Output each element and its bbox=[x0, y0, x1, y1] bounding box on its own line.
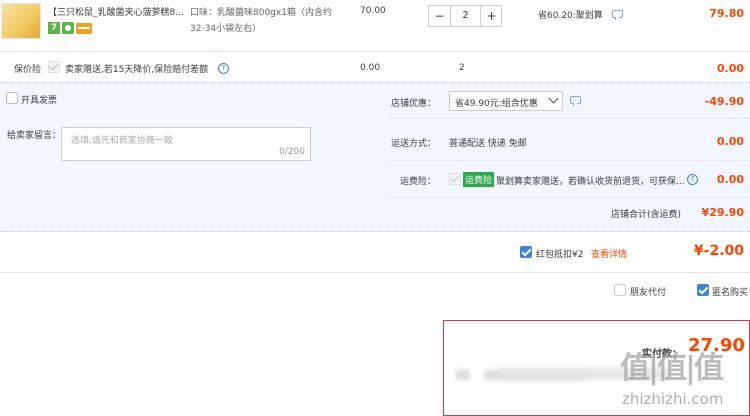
freight-insurance-label: 运费险： bbox=[400, 177, 437, 187]
divider bbox=[0, 272, 750, 273]
shipping-method: 普通配送 快递 免邮 bbox=[449, 139, 527, 149]
shop-discount-select[interactable]: 省49.90元:组合优惠 bbox=[449, 91, 563, 111]
insurance-qty: 2 bbox=[459, 63, 465, 73]
insurance-price: 0.00 bbox=[360, 63, 381, 73]
help-icon[interactable]: ? bbox=[218, 63, 229, 74]
friend-pay-checkbox[interactable] bbox=[614, 284, 626, 296]
message-label: 给卖家留言： bbox=[7, 131, 62, 141]
chat-icon[interactable] bbox=[612, 10, 623, 20]
insurance-checkbox[interactable] bbox=[48, 61, 60, 73]
quantity-stepper: − 2 + bbox=[428, 5, 502, 27]
item-subtotal: 79.80 bbox=[709, 7, 744, 20]
message-textarea[interactable]: 选填,请先和商家协商一致 0/200 bbox=[61, 127, 311, 161]
watermark-logo: 值|值|值 bbox=[620, 351, 724, 386]
message-counter: 0/200 bbox=[279, 147, 305, 157]
panel-divider bbox=[388, 197, 750, 198]
invoice-label: 开具发票 bbox=[21, 96, 58, 106]
insurance-total: 0.00 bbox=[716, 62, 744, 75]
seven-day-return-badge: 7 bbox=[48, 22, 60, 34]
shipping-label: 运送方式： bbox=[391, 139, 437, 149]
savings-text: 省60.20:聚划算 bbox=[538, 11, 603, 21]
red-packet-checkbox[interactable] bbox=[520, 246, 532, 258]
product-thumbnail[interactable] bbox=[1, 3, 41, 39]
shop-discount-selected: 省49.90元:组合优惠 bbox=[455, 99, 538, 109]
sku-info: 口味：乳酸菌味800gx1箱（内含约32-34小袋左右） bbox=[190, 8, 332, 34]
shop-discount-label: 店铺优惠： bbox=[391, 99, 437, 109]
quantity-minus-button[interactable]: − bbox=[429, 6, 451, 26]
shop-discount-amount: -49.90 bbox=[704, 95, 744, 108]
quantity-plus-button[interactable]: + bbox=[480, 6, 502, 26]
chevron-down-icon bbox=[548, 93, 559, 104]
invoice-checkbox[interactable] bbox=[6, 92, 18, 104]
product-title-link[interactable]: 【三只松鼠_乳酸菌夹心菠萝糕8... bbox=[48, 5, 188, 18]
freight-insurance-desc: 聚划算卖家赠送，若确认收货前退货，可获保... bbox=[496, 177, 685, 187]
friend-pay-label: 朋友代付 bbox=[630, 288, 667, 298]
red-packet-amount: ¥-2.00 bbox=[693, 243, 744, 259]
freight-insurance-badge: 运费险 bbox=[463, 172, 495, 187]
freight-insurance-amount: 0.00 bbox=[716, 173, 744, 186]
panel-divider bbox=[388, 118, 750, 119]
store-total-amount: ¥29.90 bbox=[701, 206, 744, 219]
red-packet-details-link[interactable]: 查看详情 bbox=[591, 247, 627, 260]
red-packet-label: 红包抵扣¥2 bbox=[536, 250, 584, 260]
shipping-amount: 0.00 bbox=[716, 135, 744, 148]
store-total-label: 店铺合计(含运费) bbox=[611, 210, 682, 220]
chat-icon[interactable] bbox=[570, 96, 581, 106]
freight-insurance-checkbox[interactable] bbox=[449, 173, 461, 185]
anonymous-label: 匿名购买 bbox=[712, 288, 749, 298]
watermark-url: zhizhizhi.com bbox=[622, 390, 724, 408]
panel-divider bbox=[388, 160, 750, 161]
anonymous-checkbox[interactable] bbox=[697, 284, 709, 296]
unit-price: 70.00 bbox=[360, 6, 386, 16]
card-badge-icon bbox=[76, 23, 92, 34]
insurance-label: 保价险 bbox=[14, 65, 42, 75]
message-placeholder: 选填,请先和商家协商一致 bbox=[71, 136, 173, 146]
insurance-desc: 卖家赠送,若15天降价,保险赔付差额 bbox=[65, 65, 209, 75]
quantity-input[interactable]: 2 bbox=[451, 6, 480, 26]
help-icon[interactable]: ? bbox=[687, 174, 698, 185]
guarantee-badge-icon bbox=[62, 22, 74, 34]
blurred-address bbox=[456, 370, 470, 380]
